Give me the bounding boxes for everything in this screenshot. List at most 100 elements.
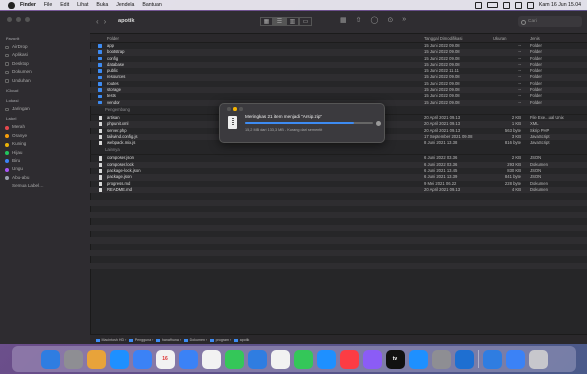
tag-color-icon [5, 125, 9, 130]
keynote-icon[interactable] [316, 349, 336, 369]
sidebar-item[interactable]: AirDrop [0, 43, 90, 51]
sidebar-item[interactable]: Kuning [0, 140, 90, 148]
path-item[interactable]: program [216, 338, 229, 342]
notes-icon[interactable] [178, 349, 198, 369]
terminal-icon[interactable] [505, 349, 525, 369]
tag-color-icon [5, 167, 9, 172]
list-view-icon[interactable]: ☰ [273, 17, 286, 26]
sidebar-item[interactable]: Ungu [0, 165, 90, 173]
minimize-button[interactable] [16, 17, 21, 22]
column-kind[interactable]: Jenis [530, 36, 540, 41]
sidebar-item[interactable]: Hijau [0, 149, 90, 157]
sidebar-item-label: Aplikasi [12, 52, 28, 58]
path-item[interactable]: Dokumen [190, 338, 205, 342]
dialog-status: 15,2 MB dari 133,3 MB - Kurang dari seme… [245, 128, 323, 132]
stop-button[interactable] [376, 120, 381, 126]
clock[interactable]: Kam 16 Jun 15.04 [539, 2, 581, 8]
dock-separator [477, 350, 479, 368]
screen-icon[interactable] [474, 1, 482, 9]
dialog-close-button[interactable] [227, 107, 231, 111]
trash-icon[interactable] [528, 349, 548, 369]
battery-icon[interactable] [486, 2, 498, 8]
group-icon[interactable]: ▦ [340, 16, 347, 24]
column-date[interactable]: Tanggal Dimodifikasi [424, 36, 462, 41]
path-item[interactable]: Macintosh HD [102, 338, 125, 342]
view-switcher: ▦ ☰ ▥ ▭ [260, 17, 312, 26]
more-icon[interactable]: » [402, 16, 406, 24]
sidebar-item[interactable]: Unduhan [0, 77, 90, 85]
tag-color-icon [5, 159, 9, 164]
apple-icon[interactable] [8, 1, 15, 9]
screen-icon[interactable] [482, 349, 502, 369]
dialog-minimize-button[interactable] [233, 107, 237, 111]
dialog-zoom-button[interactable] [239, 107, 243, 111]
safari-icon[interactable] [109, 349, 129, 369]
music-icon[interactable] [339, 349, 359, 369]
sidebar-item-label: Oranye [12, 132, 28, 138]
dialog-controls [227, 107, 243, 111]
calendar-icon[interactable]: 16 [155, 349, 175, 369]
menu-finder[interactable]: Finder [20, 2, 36, 8]
system-preferences-icon[interactable] [431, 349, 451, 369]
app-store-icon[interactable] [408, 349, 428, 369]
icon-view-icon[interactable]: ▦ [260, 17, 273, 26]
path-item[interactable]: apotik [240, 338, 250, 342]
path-item[interactable]: Pengguna [135, 338, 151, 342]
finder-icon[interactable] [40, 349, 60, 369]
launchpad-icon[interactable] [63, 349, 83, 369]
photos-icon[interactable] [201, 349, 221, 369]
path-separator: › [204, 338, 209, 342]
menu-edit[interactable]: Edit [60, 2, 69, 8]
search-input[interactable]: Cari [518, 16, 582, 27]
sidebar-item[interactable]: Jaringan [0, 105, 90, 113]
mail-icon[interactable] [132, 349, 152, 369]
sidebar-item[interactable]: Semua Label… [0, 182, 90, 190]
charts-icon[interactable] [293, 349, 313, 369]
close-button[interactable] [7, 17, 12, 22]
status-area: Kam 16 Jun 15.04 [474, 0, 581, 10]
action-icon[interactable]: ⊙ [387, 16, 393, 24]
column-name[interactable]: Folder [107, 36, 119, 41]
zoom-button[interactable] [25, 17, 30, 22]
sidebar-item[interactable]: Aplikasi [0, 51, 90, 59]
sidebar-item-label: Biru [12, 157, 21, 163]
menu-view[interactable]: Lihat [77, 2, 88, 8]
sidebar-list: Favorit AirDrop Aplikasi Desktop Dokumen Undu… [0, 33, 90, 190]
menu-help[interactable]: Bantuan [142, 2, 161, 8]
gallery-view-icon[interactable]: ▭ [299, 17, 312, 26]
path-bar: Macintosh HD › Pengguna › hanafhuna › Do… [90, 334, 587, 344]
back-icon[interactable]: ‹ [96, 17, 104, 26]
tag-color-icon [5, 134, 9, 139]
messages-icon[interactable] [247, 349, 267, 369]
share-icon[interactable]: ⇧ [356, 16, 362, 24]
vscode-icon[interactable] [454, 349, 474, 369]
path-item[interactable]: hanafhuna [162, 338, 179, 342]
sidebar-item[interactable]: Dokumen [0, 68, 90, 76]
menu-file[interactable]: File [44, 2, 52, 8]
wifi-icon[interactable] [502, 1, 510, 9]
control-center-icon[interactable] [526, 1, 534, 9]
tag-icon[interactable]: ◯ [371, 16, 379, 24]
notes-yellow-icon[interactable] [270, 349, 290, 369]
sidebar-item[interactable]: Desktop [0, 60, 90, 68]
path-folder-icon [184, 338, 189, 342]
file-name: vendor [107, 99, 120, 105]
sidebar-section-label: Label [6, 116, 17, 122]
sidebar-item[interactable]: Oranye [0, 132, 90, 140]
column-size[interactable]: Ukuran [493, 36, 507, 41]
document-icon [98, 169, 102, 174]
menu-go[interactable]: Buka [96, 2, 108, 8]
search-menu-icon[interactable] [514, 1, 522, 9]
sidebar-item[interactable]: Abu-abu [0, 174, 90, 182]
sidebar-item[interactable]: Biru [0, 157, 90, 165]
forward-icon[interactable]: › [104, 17, 112, 26]
menu-window[interactable]: Jendela [116, 2, 134, 8]
sidebar-section-label: Lokasi [6, 97, 19, 103]
sidebar-item[interactable]: Merah [0, 123, 90, 131]
folder-icon [5, 107, 9, 111]
tv-icon[interactable]: tv [385, 349, 405, 369]
chrome-icon[interactable] [86, 349, 106, 369]
column-view-icon[interactable]: ▥ [286, 17, 299, 26]
podcasts-icon[interactable] [362, 349, 382, 369]
facetime-icon[interactable] [224, 349, 244, 369]
